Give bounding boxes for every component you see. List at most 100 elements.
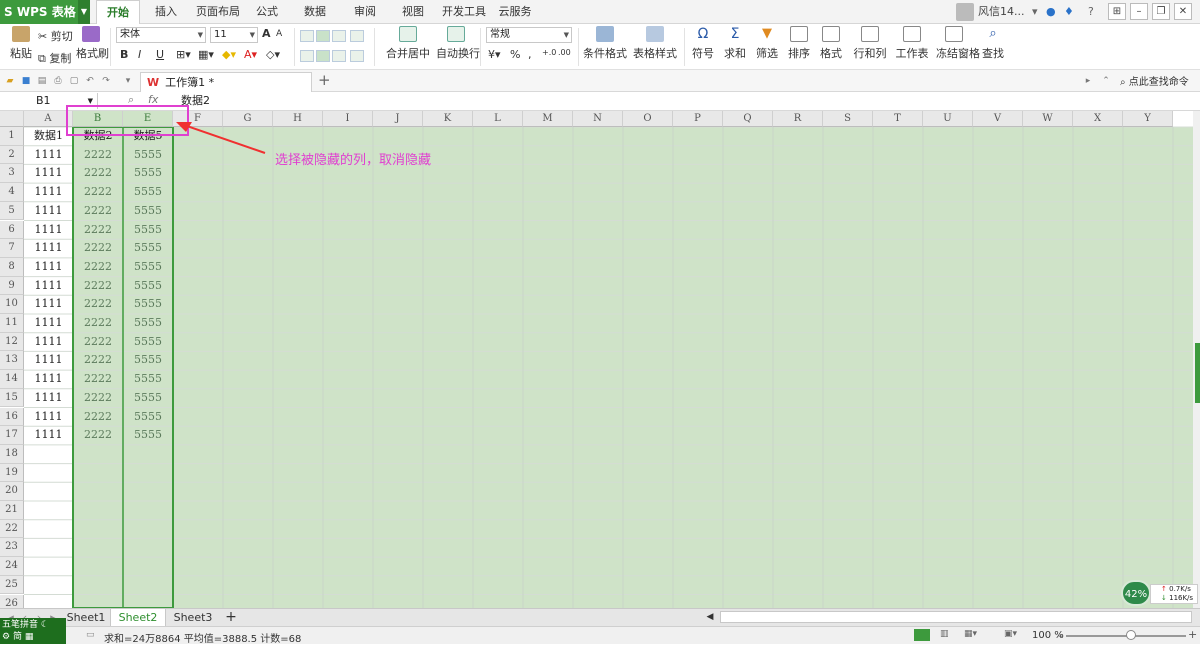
cell[interactable]: 1111 [24,258,73,277]
user-name[interactable]: 风信14... [978,0,1025,24]
minimize-button[interactable]: – [1130,3,1148,20]
decrease-decimal-button[interactable]: .00 [558,48,571,57]
cell[interactable]: 1111 [24,146,73,165]
row-header[interactable]: 19 [0,463,24,483]
cell[interactable]: 5555 [123,239,173,258]
column-header[interactable]: U [923,111,973,127]
number-format-select[interactable]: 常规 ▼ [486,27,572,43]
row-col-button[interactable]: 行和列 [852,26,888,61]
cell[interactable]: 2222 [73,370,123,389]
save-icon[interactable]: ■ [20,75,32,87]
tab-page-layout[interactable]: 页面布局 [190,0,246,24]
cell[interactable]: 2222 [73,426,123,445]
align-right-icon[interactable] [332,50,346,62]
cell[interactable]: 5555 [123,164,173,183]
row-header[interactable]: 6 [0,220,24,240]
column-header[interactable]: W [1023,111,1073,127]
column-header[interactable]: X [1073,111,1123,127]
tab-data[interactable]: 数据 [298,0,332,24]
cell[interactable]: 1111 [24,164,73,183]
cell[interactable]: 5555 [123,146,173,165]
tab-view[interactable]: 视图 [396,0,430,24]
row-header[interactable]: 9 [0,276,24,296]
column-header[interactable]: M [523,111,573,127]
fill-color-icon[interactable]: ◆▾ [222,48,236,61]
column-header[interactable]: Y [1123,111,1173,127]
sheet-tab-sheet1[interactable]: Sheet1 [62,609,110,627]
column-header[interactable]: S [823,111,873,127]
align-top-icon[interactable] [300,30,314,42]
row-header[interactable]: 4 [0,183,24,202]
row-header[interactable]: 18 [0,444,24,464]
row-header[interactable]: 15 [0,388,24,408]
cell[interactable]: 2222 [73,239,123,258]
paste-button[interactable]: 粘贴 [6,26,36,61]
font-color-icon[interactable]: A▾ [244,48,257,61]
tab-formula[interactable]: 公式 [250,0,284,24]
cell[interactable]: 1111 [24,389,73,408]
cell[interactable]: 5555 [123,202,173,221]
sheet-tab-sheet3[interactable]: Sheet3 [168,609,218,627]
filter-button[interactable]: ▼ 筛选 [754,26,780,61]
row-header[interactable]: 1 [0,127,24,146]
column-header[interactable]: R [773,111,823,127]
cell[interactable]: 2222 [73,295,123,314]
cell[interactable]: 2222 [73,333,123,352]
cell[interactable]: 1111 [24,408,73,427]
row-header[interactable]: 24 [0,557,24,576]
sort-button[interactable]: 排序 [786,26,812,61]
row-header[interactable]: 2 [0,145,24,165]
tab-start[interactable]: 开始 [96,0,140,24]
align-middle-icon[interactable] [316,30,330,42]
help-icon[interactable]: ? [1088,5,1094,18]
table-style-button[interactable]: 表格样式 [632,26,678,61]
cell[interactable]: 2222 [73,408,123,427]
export-icon[interactable]: ▤ [36,75,48,87]
align-bottom-icon[interactable] [332,30,346,42]
scroll-handle[interactable] [1195,343,1200,403]
cell[interactable]: 2222 [73,389,123,408]
cell[interactable]: 1111 [24,239,73,258]
scroll-left-icon[interactable]: ◀ [704,609,716,627]
zoom-slider-handle[interactable] [1126,630,1136,640]
cell[interactable]: 1111 [24,314,73,333]
cell[interactable]: 2222 [73,258,123,277]
row-header[interactable]: 8 [0,257,24,277]
row-header[interactable]: 21 [0,501,24,520]
copy-button[interactable]: ⧉ 复制 [38,50,71,66]
app-menu-button[interactable]: S WPS 表格 ▼ [0,0,90,24]
percent-button[interactable]: % [510,48,520,61]
cell[interactable]: 5555 [123,333,173,352]
column-header[interactable]: Q [723,111,773,127]
close-button[interactable]: ✕ [1174,3,1192,20]
cell[interactable]: 1111 [24,202,73,221]
row-header[interactable]: 16 [0,407,24,427]
column-header[interactable]: N [573,111,623,127]
align-center-icon[interactable] [316,50,330,62]
sum-button[interactable]: Σ 求和 [722,26,748,61]
find-button[interactable]: ⌕ 查找 [980,26,1006,61]
add-sheet-icon[interactable]: + [222,609,240,627]
worksheet-button[interactable]: 工作表 [894,26,930,61]
print-icon[interactable]: ⎙ [52,75,64,87]
cell[interactable]: 1111 [24,370,73,389]
maximize-button[interactable]: ❐ [1152,3,1170,20]
cell[interactable]: 2222 [73,351,123,370]
tab-cloud[interactable]: 云服务 [494,0,536,24]
avatar[interactable] [956,3,974,21]
tab-insert[interactable]: 插入 [146,0,186,24]
column-header[interactable]: P [673,111,723,127]
dock-icon[interactable]: ▸ [1082,75,1094,87]
orientation-icon[interactable] [350,30,364,42]
ime-toolbar[interactable]: 五笔拼音 ☾ ⚙ 简 ▦ [0,618,66,644]
row-header[interactable]: 5 [0,201,24,221]
cell[interactable]: 5555 [123,221,173,240]
column-header[interactable]: G [223,111,273,127]
chevron-down-icon[interactable]: ▼ [78,0,90,24]
cell[interactable]: 5555 [123,314,173,333]
align-left-icon[interactable] [300,50,314,62]
chevron-down-icon[interactable]: ▾ [122,75,134,87]
row-header[interactable]: 23 [0,538,24,558]
row-header[interactable]: 17 [0,426,24,445]
open-icon[interactable]: ▰ [4,75,16,87]
